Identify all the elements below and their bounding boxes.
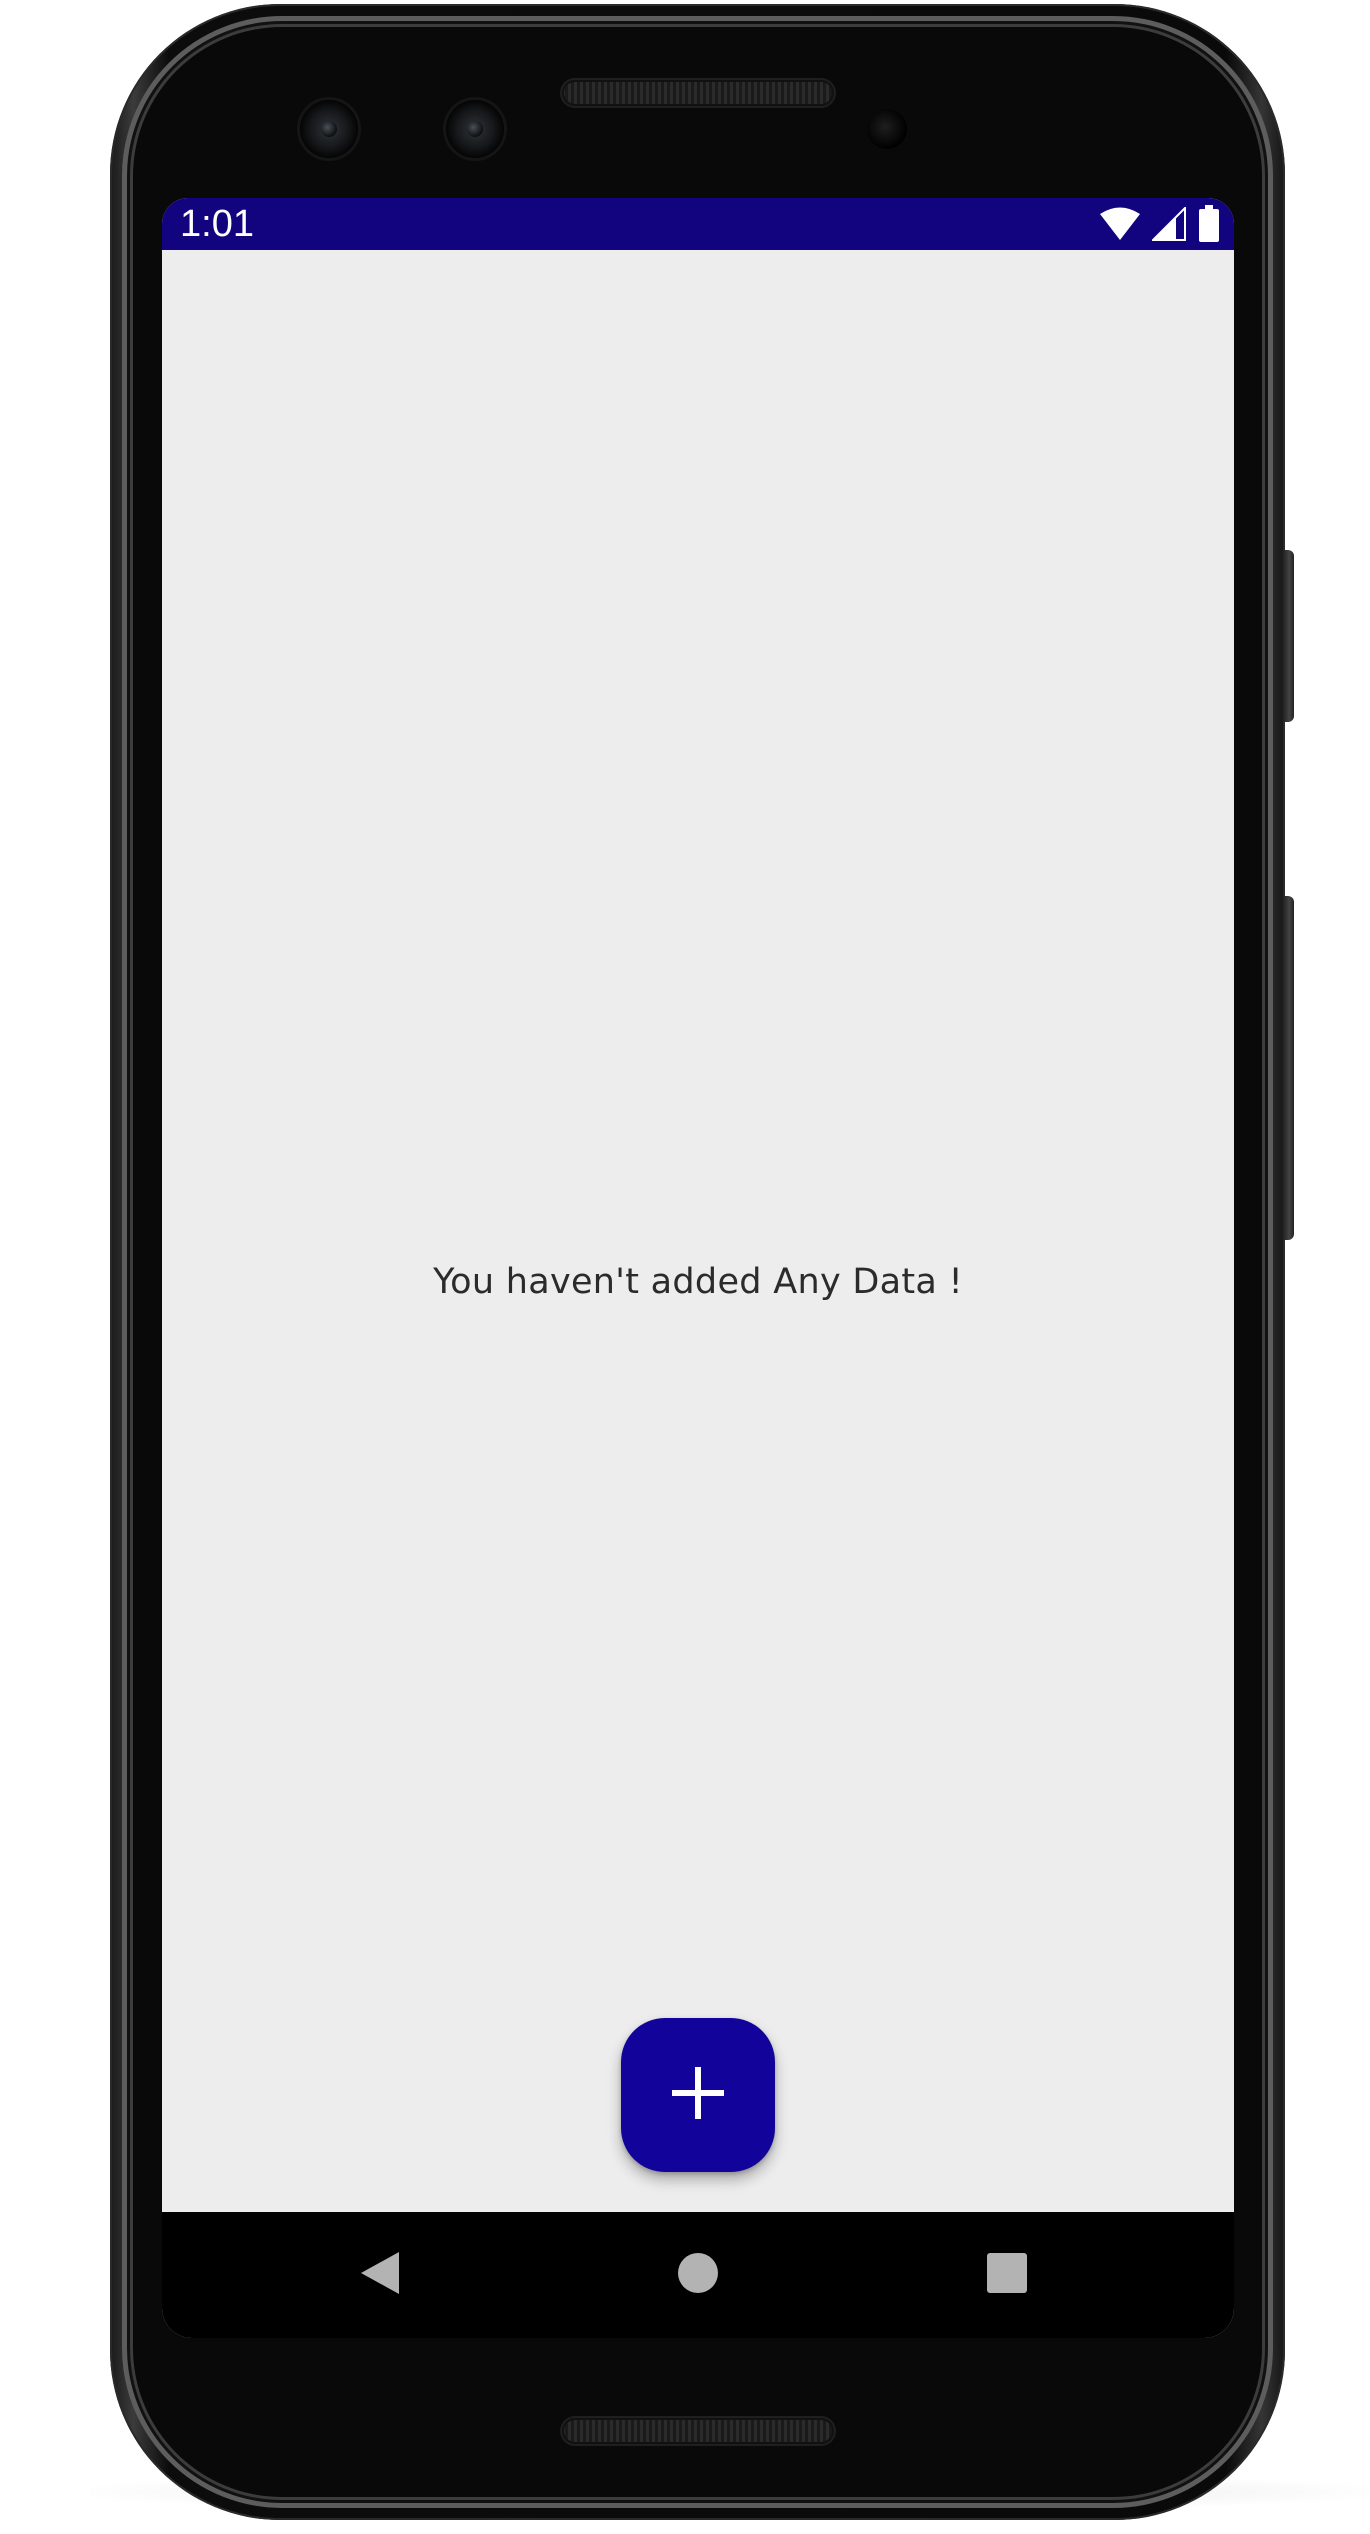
status-icons <box>1100 204 1220 244</box>
cellular-signal-icon <box>1152 207 1186 241</box>
add-data-button[interactable] <box>621 2018 775 2172</box>
device-screen: 1:01 You haven't added Any Data ! <box>162 198 1234 2338</box>
battery-icon <box>1198 205 1220 243</box>
recents-icon <box>986 2252 1028 2298</box>
device-stage: 1:01 You haven't added Any Data ! <box>0 0 1370 2534</box>
recents-button[interactable] <box>974 2242 1040 2308</box>
navigation-bar <box>162 2212 1234 2338</box>
back-icon <box>359 2250 401 2300</box>
power-button <box>1282 550 1294 722</box>
proximity-sensor-icon <box>867 109 907 149</box>
earpiece-speaker <box>562 80 834 106</box>
home-icon <box>676 2251 720 2299</box>
wifi-icon <box>1100 207 1140 241</box>
plus-icon <box>668 2063 728 2127</box>
front-camera-icon <box>446 100 504 158</box>
empty-state-message: You haven't added Any Data ! <box>433 1262 963 1302</box>
bottom-speaker <box>562 2418 834 2444</box>
home-button[interactable] <box>665 2242 731 2308</box>
status-bar: 1:01 <box>162 198 1234 250</box>
status-time: 1:01 <box>180 203 254 245</box>
back-button[interactable] <box>347 2242 413 2308</box>
main-content: You haven't added Any Data ! <box>162 250 1234 2212</box>
front-camera-icon <box>300 100 358 158</box>
volume-rocker <box>1282 896 1294 1240</box>
